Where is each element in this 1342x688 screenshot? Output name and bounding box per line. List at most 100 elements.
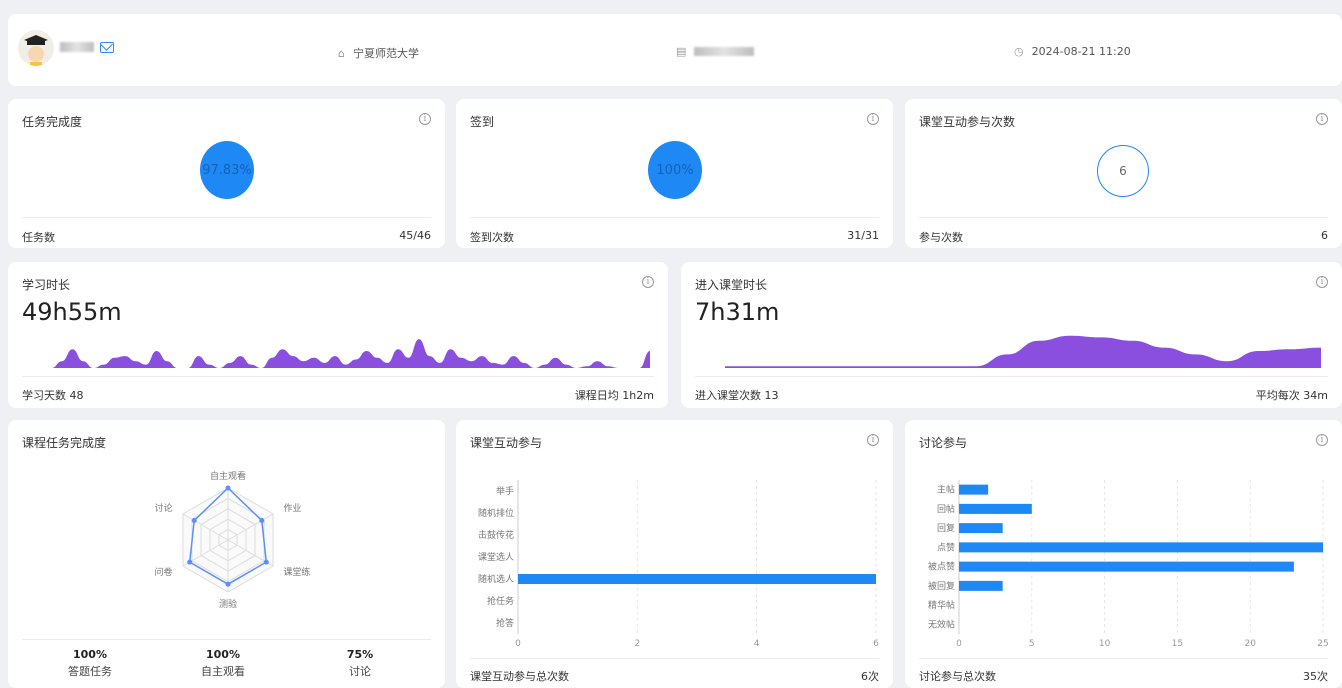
foot-label: 讨论参与总次数 xyxy=(919,670,996,683)
id-card-icon: ▤ xyxy=(676,45,687,58)
foot-value: 45/46 xyxy=(399,229,431,242)
bar[interactable] xyxy=(959,484,989,495)
foot-right: 课程日均 1h2m xyxy=(574,389,654,402)
radar-label: 问卷 xyxy=(155,566,173,578)
foot-value: 35次 xyxy=(1303,670,1328,683)
stat-label: 自主观看 xyxy=(201,665,245,678)
divider xyxy=(22,217,431,218)
radar-point[interactable] xyxy=(191,518,197,523)
radar-label: 测验 xyxy=(219,598,237,610)
signin-circle: 100% xyxy=(648,141,702,199)
y-tick-label: 抢任务 xyxy=(487,595,514,607)
radar-chart: 自主观看作业课堂练习测验 问卷 讨论 xyxy=(155,470,310,610)
foot-right: 平均每次 34m xyxy=(1255,389,1328,402)
clock-icon: ◷ xyxy=(1014,45,1024,58)
interaction-count-card: 课堂互动参与次数 i 6 参与次数 6 xyxy=(905,99,1342,248)
datetime-text: 2024-08-21 11:20 xyxy=(1031,45,1131,58)
y-tick-label: 随机选人 xyxy=(478,573,514,585)
study-time-chart xyxy=(20,339,650,368)
info-icon[interactable]: i xyxy=(867,113,879,125)
class-time-area xyxy=(725,335,1321,368)
divider xyxy=(470,658,879,659)
y-tick-label: 击鼓传花 xyxy=(478,529,514,541)
username-redacted xyxy=(60,42,94,52)
avatar[interactable] xyxy=(18,30,54,66)
info-icon[interactable]: i xyxy=(867,434,879,446)
info-icon[interactable]: i xyxy=(1316,276,1328,288)
task-completion-card: 任务完成度 i 97.83% 任务数 45/46 xyxy=(8,99,445,248)
divider xyxy=(919,217,1328,218)
x-tick-label: 25 xyxy=(1317,639,1328,649)
divider xyxy=(22,376,654,377)
stat-value: 100% xyxy=(206,648,240,661)
divider xyxy=(470,217,879,218)
class-interaction-card: 课堂互动参与 i 0 2 4 6 举手 随机排位 击鼓传花 课堂选人 随机选人 抢任务 抢答 课堂互… xyxy=(456,420,893,688)
radar-label: 讨论 xyxy=(155,502,173,514)
x-tick-label: 4 xyxy=(754,639,760,649)
interaction-ring: 6 xyxy=(1097,145,1149,197)
card-title: 讨论参与 xyxy=(919,436,968,450)
y-tick-label: 无效帖 xyxy=(928,618,955,630)
x-tick-label: 0 xyxy=(956,639,962,649)
foot-value: 31/31 xyxy=(847,229,879,242)
class-time-chart xyxy=(725,335,1321,368)
class-time-card: 进入课堂时长 i 7h31m 进入课堂次数 13 平均每次 34m xyxy=(681,262,1342,408)
radar-label: 课堂练习 xyxy=(283,566,310,578)
signin-card: 签到 i 100% 签到次数 31/31 xyxy=(456,99,893,248)
y-tick-label: 被回复 xyxy=(928,580,955,592)
bar[interactable] xyxy=(518,574,876,584)
x-tick-label: 10 xyxy=(1099,639,1111,649)
foot-label: 任务数 xyxy=(22,231,55,244)
radar-point[interactable] xyxy=(225,485,231,491)
mail-icon[interactable] xyxy=(100,42,114,53)
x-tick-label: 6 xyxy=(873,639,879,649)
y-tick-label: 精华帖 xyxy=(928,599,955,611)
x-tick-label: 2 xyxy=(634,639,640,649)
bar[interactable] xyxy=(959,523,1003,534)
card-title: 进入课堂时长 xyxy=(695,278,768,292)
radar-point[interactable] xyxy=(225,581,231,587)
card-title: 课程任务完成度 xyxy=(22,436,107,450)
stat-self-watch: 100% 自主观看 xyxy=(168,648,278,679)
bar[interactable] xyxy=(959,503,1032,514)
x-tick-label: 5 xyxy=(1029,639,1035,649)
stat-label: 讨论 xyxy=(349,665,371,678)
card-title: 课堂互动参与次数 xyxy=(919,115,1016,129)
foot-value: 6次 xyxy=(861,670,879,683)
course-task-card: 课程任务完成度 自主观看作业课堂练习测验问卷讨论 100% 答题任务 100% … xyxy=(8,420,445,688)
card-title: 签到 xyxy=(470,115,495,129)
study-time-area xyxy=(20,339,650,368)
class-time-value: 7h31m xyxy=(695,298,780,326)
x-tick-label: 20 xyxy=(1244,639,1256,649)
student-avatar-icon xyxy=(24,35,48,66)
bar[interactable] xyxy=(959,542,1323,553)
stat-label: 答题任务 xyxy=(68,665,112,678)
foot-left: 进入课堂次数 13 xyxy=(695,389,779,402)
info-icon[interactable]: i xyxy=(1316,434,1328,446)
y-tick-label: 随机排位 xyxy=(478,507,514,519)
student-id-info: ▤ xyxy=(676,45,755,58)
discussion-bar-chart: 0 5 10 15 20 25 主帖回帖回复点赞被点赞被回复精华帖无效帖 xyxy=(928,480,1329,649)
stat-answer-task: 100% 答题任务 xyxy=(35,648,145,679)
class-interaction-bar-chart: 0 2 4 6 举手随机排位击鼓传花课堂选人随机选人抢任务抢答 xyxy=(478,480,879,649)
y-tick-label: 抢答 xyxy=(496,617,514,629)
school-info: ⌂ 宁夏师范大学 xyxy=(338,45,419,61)
y-tick-label: 主帖 xyxy=(937,484,955,496)
bar[interactable] xyxy=(959,561,1294,572)
y-tick-label: 举手 xyxy=(496,485,514,497)
completion-circle: 97.83% xyxy=(200,141,254,199)
radar-label: 自主观看 xyxy=(210,470,246,482)
study-time-value: 49h55m xyxy=(22,298,122,326)
bar[interactable] xyxy=(959,580,1003,591)
info-icon[interactable]: i xyxy=(1316,113,1328,125)
radar-point[interactable] xyxy=(187,559,193,565)
card-title: 任务完成度 xyxy=(22,115,83,129)
foot-label: 课堂互动参与总次数 xyxy=(470,670,569,683)
info-icon[interactable]: i xyxy=(642,276,654,288)
radar-point[interactable] xyxy=(263,559,269,565)
foot-label: 签到次数 xyxy=(470,231,514,244)
foot-left: 学习天数 48 xyxy=(22,389,84,402)
x-tick-label: 0 xyxy=(515,639,521,649)
info-icon[interactable]: i xyxy=(419,113,431,125)
radar-point[interactable] xyxy=(259,518,265,523)
